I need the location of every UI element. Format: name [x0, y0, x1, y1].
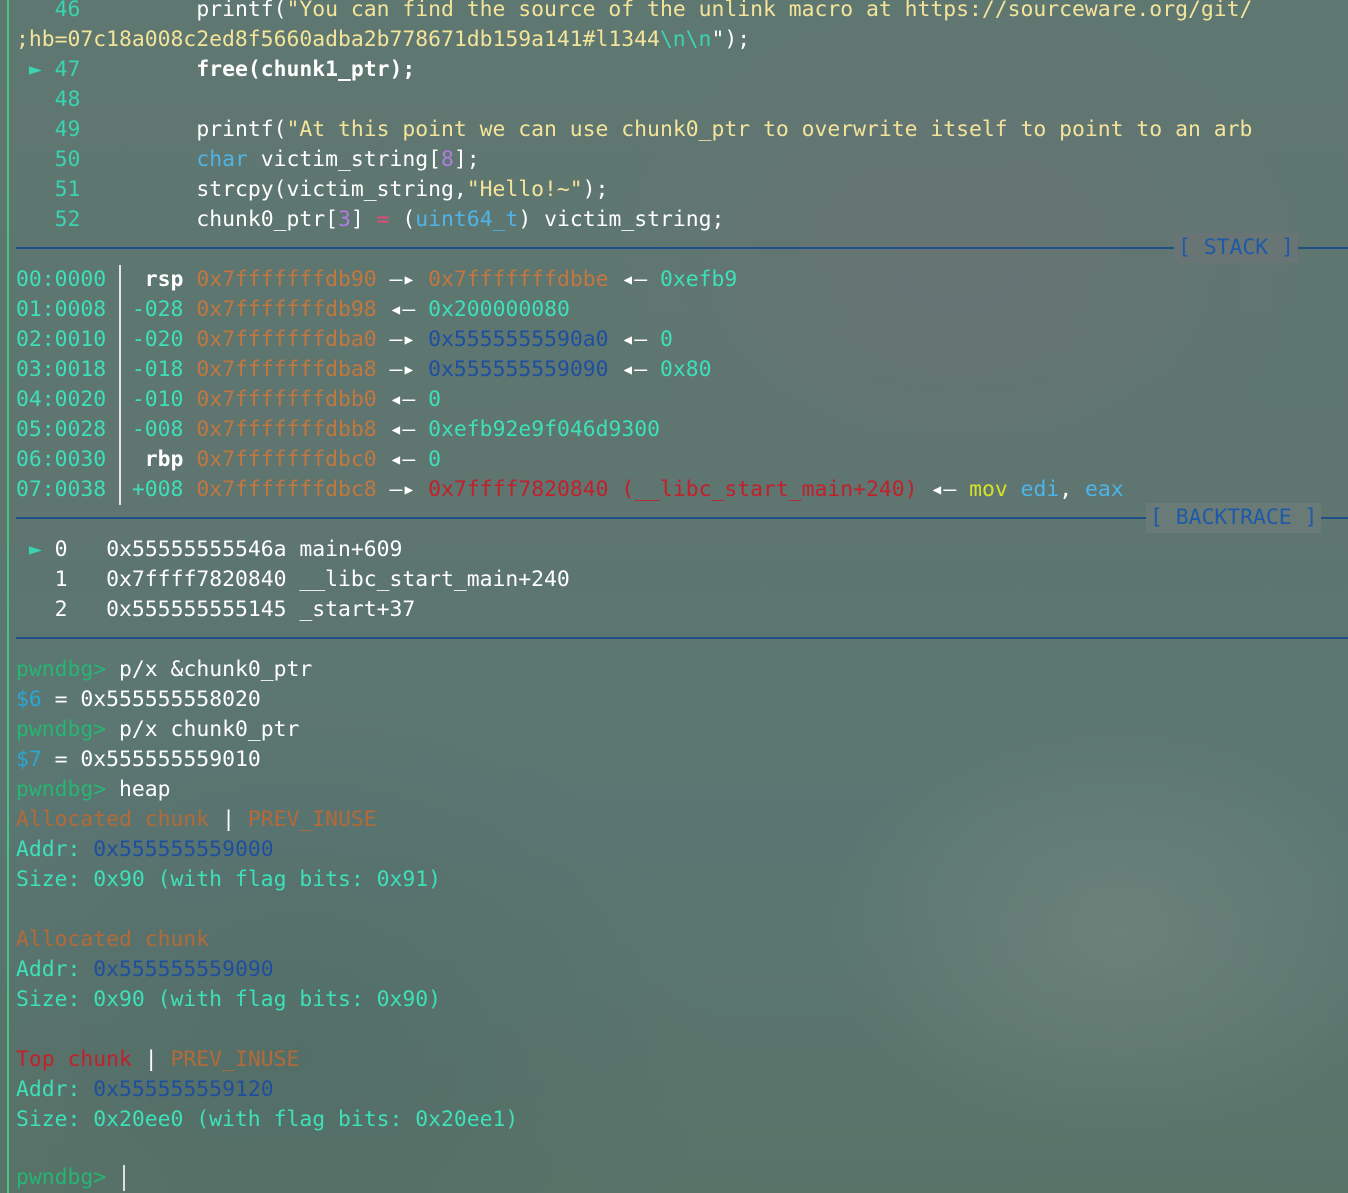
console-command-line: pwndbg> heap [16, 777, 171, 802]
backtrace-section-label: [ BACKTRACE ] [1146, 503, 1322, 533]
prompt: pwndbg> [16, 1165, 107, 1190]
source-line-47-current: ► 47 free(chunk1_ptr); [28, 57, 416, 82]
terminal-left-border [7, 0, 9, 1193]
stack-section-label: [ STACK ] [1174, 233, 1298, 263]
stack-row: 01:0008 -028 0x7fffffffdb98 ◂— 0x2000000… [16, 297, 570, 322]
stack-row: 07:0038 +008 0x7fffffffdbc8 —▸ 0x7ffff78… [16, 477, 1124, 502]
stack-row: 03:0018 -018 0x7fffffffdba8 —▸ 0x5555555… [16, 357, 712, 382]
source-line-49: 49 printf("At this point we can use chun… [54, 117, 1253, 142]
current-line-marker-icon: ► [28, 57, 42, 82]
stack-row: 02:0010 -020 0x7fffffffdba0 —▸ 0x5555555… [16, 327, 673, 352]
heap-chunk-addr: Addr: 0x555555559090 [16, 957, 274, 982]
source-line-48: 48 [54, 87, 81, 112]
backtrace-frame: 2 0x555555555145 _start+37 [54, 597, 416, 622]
heap-chunk-size: Size: 0x20ee0 (with flag bits: 0x20ee1) [16, 1107, 519, 1132]
stack-separator [16, 247, 1348, 249]
heap-chunk-size: Size: 0x90 (with flag bits: 0x90) [16, 987, 441, 1012]
heap-chunk-addr: Addr: 0x555555559120 [16, 1077, 274, 1102]
heap-chunk-addr: Addr: 0x555555559000 [16, 837, 274, 862]
backtrace-frame: ► 0 0x55555555546a main+609 [28, 537, 403, 562]
context-end-separator [16, 637, 1348, 639]
console-command-line: pwndbg> p/x &chunk0_ptr [16, 657, 313, 682]
text-cursor [123, 1165, 126, 1191]
source-line-50: 50 char victim_string[8]; [54, 147, 480, 172]
heap-chunk-header: Top chunk | PREV_INUSE [16, 1047, 300, 1072]
stack-row: 04:0020 -010 0x7fffffffdbb0 ◂— 0 [16, 387, 442, 412]
stack-row: 05:0028 -008 0x7fffffffdbb8 ◂— 0xefb92e9… [16, 417, 660, 442]
console-result-line: $7 = 0x555555559010 [16, 747, 261, 772]
stack-row: 06:0030 rbp 0x7fffffffdbc0 ◂— 0 [16, 447, 442, 472]
console-result-line: $6 = 0x555555558020 [16, 687, 261, 712]
source-line-46-continued: ;hb=07c18a008c2ed8f5660adba2b778671db159… [16, 27, 751, 52]
backtrace-frame: 1 0x7ffff7820840 __libc_start_main+240 [54, 567, 570, 592]
prompt: pwndbg> [16, 657, 107, 682]
heap-chunk-size: Size: 0x90 (with flag bits: 0x91) [16, 867, 441, 892]
prompt: pwndbg> [16, 777, 107, 802]
current-frame-marker-icon: ► [28, 537, 42, 562]
stack-row: 00:0000 rsp 0x7fffffffdb90 —▸ 0x7fffffff… [16, 267, 738, 292]
source-line-52: 52 chunk0_ptr[3] = (uint64_t) victim_str… [54, 207, 725, 232]
source-line-46: 46 printf("You can find the source of th… [54, 0, 1253, 22]
console-input-line[interactable]: pwndbg> [16, 1163, 126, 1193]
heap-chunk-header: Allocated chunk | PREV_INUSE [16, 807, 377, 832]
prompt: pwndbg> [16, 717, 107, 742]
console-command-line: pwndbg> p/x chunk0_ptr [16, 717, 300, 742]
source-line-51: 51 strcpy(victim_string,"Hello!~"); [54, 177, 609, 202]
heap-chunk-header: Allocated chunk [16, 927, 210, 952]
